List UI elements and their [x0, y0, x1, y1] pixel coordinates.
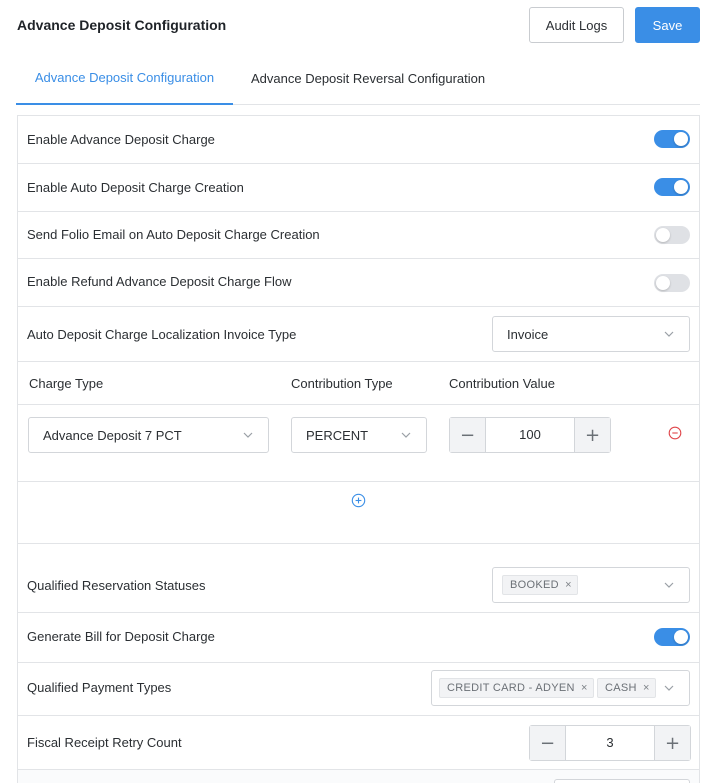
chevron-down-icon — [664, 685, 674, 691]
setting-row-folio-email: Send Folio Email on Auto Deposit Charge … — [18, 212, 699, 259]
toggle-knob — [674, 630, 688, 644]
page-title: Advance Deposit Configuration — [17, 17, 227, 33]
tag-label: CREDIT CARD - ADYEN — [447, 682, 575, 694]
enable-charge-toggle[interactable] — [654, 130, 690, 148]
toggle-knob — [656, 276, 670, 290]
select-value: PERCENT — [306, 428, 369, 443]
generate-bill-toggle[interactable] — [654, 628, 690, 646]
save-button[interactable]: Save — [635, 7, 700, 43]
toggle-knob — [674, 180, 688, 194]
audit-logs-button[interactable]: Audit Logs — [529, 7, 624, 43]
setting-row-auto-creation: Enable Auto Deposit Charge Creation — [18, 164, 699, 212]
invoice-type-select[interactable]: Invoice — [492, 316, 690, 352]
tag-label: CASH — [605, 682, 637, 694]
setting-label: Enable Advance Deposit Charge — [27, 132, 215, 147]
payment-type-tag: CASH × — [597, 678, 656, 698]
select-value: Advance Deposit 7 PCT — [43, 428, 182, 443]
toggle-knob — [674, 132, 688, 146]
add-circle-icon[interactable] — [351, 493, 366, 508]
stepper-value[interactable]: 100 — [486, 427, 574, 442]
setting-row-reservation-statuses: Qualified Reservation Statuses BOOKED × — [18, 544, 699, 613]
refund-flow-toggle[interactable] — [654, 274, 690, 292]
payment-type-tag: CREDIT CARD - ADYEN × — [439, 678, 594, 698]
payment-types-select[interactable]: CREDIT CARD - ADYEN × CASH × — [431, 670, 690, 706]
settings-panel: Enable Advance Deposit Charge Enable Aut… — [17, 115, 700, 783]
retry-count-stepper[interactable]: − 3 + — [529, 725, 691, 761]
setting-label: Send Folio Email on Auto Deposit Charge … — [27, 227, 320, 242]
decrement-button[interactable]: − — [530, 726, 566, 760]
partial-select[interactable] — [554, 779, 690, 783]
setting-label: Enable Auto Deposit Charge Creation — [27, 180, 244, 195]
contribution-type-select[interactable]: PERCENT — [291, 417, 427, 453]
add-charge-row — [18, 482, 699, 544]
chevron-down-icon — [664, 331, 674, 337]
setting-row-retry-count: Fiscal Receipt Retry Count − 3 + — [18, 716, 699, 770]
contribution-value-stepper[interactable]: − 100 + — [449, 417, 611, 453]
tag-remove-icon[interactable]: × — [643, 679, 650, 697]
setting-row-partial — [18, 770, 699, 783]
select-value: Invoice — [507, 327, 549, 342]
page-header: Advance Deposit Configuration Audit Logs… — [0, 0, 714, 52]
setting-label: Qualified Payment Types — [27, 680, 172, 695]
setting-label: Enable Refund Advance Deposit Charge Flo… — [27, 274, 292, 289]
chevron-down-icon — [401, 432, 411, 438]
column-header-charge-type: Charge Type — [29, 376, 104, 391]
setting-label: Auto Deposit Charge Localization Invoice… — [27, 327, 297, 342]
tab-advance-deposit-reversal-configuration[interactable]: Advance Deposit Reversal Configuration — [251, 52, 485, 105]
tab-bar: Advance Deposit Configuration Advance De… — [16, 52, 700, 105]
setting-row-enable-charge: Enable Advance Deposit Charge — [18, 116, 699, 164]
chevron-down-icon — [664, 582, 674, 588]
remove-circle-icon[interactable] — [668, 426, 682, 440]
decrement-button[interactable]: − — [450, 418, 486, 452]
charge-table-row: Advance Deposit 7 PCT PERCENT − 100 + — [18, 405, 699, 482]
setting-label: Generate Bill for Deposit Charge — [27, 629, 215, 644]
setting-row-generate-bill: Generate Bill for Deposit Charge — [18, 613, 699, 663]
setting-row-payment-types: Qualified Payment Types CREDIT CARD - AD… — [18, 663, 699, 716]
tag-remove-icon[interactable]: × — [581, 679, 588, 697]
column-header-contribution-value: Contribution Value — [449, 376, 555, 391]
increment-button[interactable]: + — [654, 726, 690, 760]
increment-button[interactable]: + — [574, 418, 610, 452]
setting-label: Fiscal Receipt Retry Count — [27, 735, 182, 750]
setting-row-invoice-type: Auto Deposit Charge Localization Invoice… — [18, 307, 699, 362]
tab-advance-deposit-configuration[interactable]: Advance Deposit Configuration — [16, 52, 233, 105]
setting-row-refund-flow: Enable Refund Advance Deposit Charge Flo… — [18, 259, 699, 307]
tag-label: BOOKED — [510, 579, 559, 591]
chevron-down-icon — [243, 432, 253, 438]
reservation-statuses-select[interactable]: BOOKED × — [492, 567, 690, 603]
setting-label: Qualified Reservation Statuses — [27, 578, 206, 593]
status-tag: BOOKED × — [502, 575, 578, 595]
charge-table-header: Charge Type Contribution Type Contributi… — [18, 362, 699, 405]
folio-email-toggle[interactable] — [654, 226, 690, 244]
stepper-value[interactable]: 3 — [566, 735, 654, 750]
toggle-knob — [656, 228, 670, 242]
charge-type-select[interactable]: Advance Deposit 7 PCT — [28, 417, 269, 453]
tag-remove-icon[interactable]: × — [565, 576, 572, 594]
auto-creation-toggle[interactable] — [654, 178, 690, 196]
column-header-contribution-type: Contribution Type — [291, 376, 393, 391]
